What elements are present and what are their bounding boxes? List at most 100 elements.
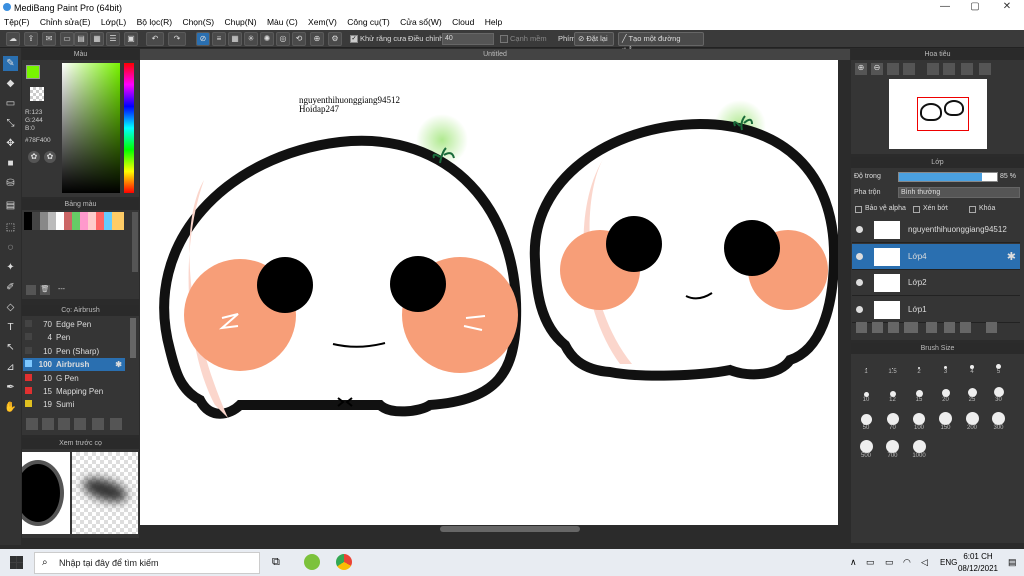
brush-size-option[interactable]: 300 xyxy=(987,411,1011,431)
windows-start-icon[interactable] xyxy=(10,556,23,569)
folder-icon[interactable] xyxy=(926,322,937,333)
menu-filter[interactable]: Bộ lọc(R) xyxy=(133,16,176,28)
brush-duplicate-icon[interactable] xyxy=(110,418,122,430)
grid-icon[interactable]: ▦ xyxy=(90,32,104,46)
brush-size-option[interactable]: 1 xyxy=(854,355,878,375)
brush-add-icon[interactable] xyxy=(58,418,70,430)
palette-icon[interactable]: ✿ xyxy=(28,151,40,163)
vertical-scrollbar[interactable] xyxy=(838,60,848,525)
menu-window[interactable]: Cửa sổ(W) xyxy=(396,16,446,28)
menu-help[interactable]: Help xyxy=(481,16,506,28)
background-color-swatch[interactable] xyxy=(30,87,44,101)
bucket-tool-icon[interactable]: ⛁ xyxy=(3,176,18,191)
brush-size-option[interactable]: 500 xyxy=(854,439,878,459)
hue-slider[interactable] xyxy=(124,63,134,193)
brush-size-option[interactable]: 3 xyxy=(934,355,958,375)
fill-rect-icon[interactable]: ■ xyxy=(3,156,18,171)
divide-tool-icon[interactable]: ⊿ xyxy=(3,360,18,375)
rotate-right-icon[interactable] xyxy=(961,63,973,75)
brush-size-option[interactable]: 12 xyxy=(881,383,905,403)
clock-time[interactable]: 6:01 CH xyxy=(953,552,1003,561)
undo-icon[interactable]: ↶ xyxy=(146,32,164,46)
brush-item-edge-pen[interactable]: 70 Edge Pen xyxy=(23,318,125,331)
brush-scrollbar[interactable] xyxy=(130,318,136,358)
navigator-thumbnail[interactable] xyxy=(889,79,987,149)
brush-folder-icon[interactable] xyxy=(92,418,104,430)
brush-cloud-icon[interactable] xyxy=(26,418,38,430)
brush-size-option[interactable]: 20 xyxy=(934,383,958,403)
brush-new-icon[interactable] xyxy=(42,418,54,430)
list-icon[interactable]: ☰ xyxy=(106,32,120,46)
page-icon[interactable]: ▤ xyxy=(74,32,88,46)
opacity-slider[interactable] xyxy=(898,172,998,182)
lasso-tool-icon[interactable]: ◌ xyxy=(3,240,18,255)
palette-delete-icon[interactable]: 🗑 xyxy=(40,285,50,295)
rotate-reset-icon[interactable] xyxy=(943,63,955,75)
menu-layer[interactable]: Lớp(L) xyxy=(97,16,130,28)
palette-scrollbar[interactable] xyxy=(132,212,138,272)
brush-size-option[interactable]: 70 xyxy=(881,411,905,431)
menu-snap[interactable]: Chụp(N) xyxy=(220,16,260,28)
cloud-icon[interactable]: ☁ xyxy=(6,32,20,46)
text-tool-icon[interactable]: T xyxy=(3,320,18,335)
palette-new-icon[interactable] xyxy=(26,285,36,295)
menu-select[interactable]: Chọn(S) xyxy=(178,16,218,28)
curve-snap-icon[interactable]: ⟲ xyxy=(292,32,306,46)
parallel-snap-icon[interactable]: ≡ xyxy=(212,32,226,46)
settings-icon[interactable]: ⚙ xyxy=(328,32,342,46)
horizontal-scroll-thumb[interactable] xyxy=(440,526,580,532)
new-layer-icon[interactable] xyxy=(856,322,867,333)
eraser-tool-icon[interactable]: ◆ xyxy=(3,76,18,91)
layer-settings-icon[interactable]: ✱ xyxy=(1007,250,1016,263)
actual-size-icon[interactable] xyxy=(903,63,915,75)
layer-visibility-icon[interactable] xyxy=(856,226,863,233)
menu-file[interactable]: Tệp(F) xyxy=(0,16,34,28)
zoom-out-icon[interactable]: ⊖ xyxy=(871,63,883,75)
brush-item-pen[interactable]: 4 Pen xyxy=(23,331,125,344)
straight-line-button[interactable]: ╱ Tạo một đường thẳng xyxy=(618,32,704,55)
select-eraser-icon[interactable]: ◇ xyxy=(3,300,18,315)
brush-size-option[interactable]: 25 xyxy=(960,383,984,403)
brush-size-option[interactable]: 1000 xyxy=(907,439,931,459)
reset-button[interactable]: ⊘ Đặt lại xyxy=(574,32,614,46)
brush-item-g-pen[interactable]: 10 G Pen xyxy=(23,372,125,385)
grid-snap-icon[interactable]: ▦ xyxy=(228,32,242,46)
radial-line-icon[interactable]: ✺ xyxy=(260,32,274,46)
brush-size-option[interactable]: 1.5 xyxy=(881,355,905,375)
protect-alpha-checkbox[interactable] xyxy=(855,206,862,213)
perspective-icon[interactable]: ⊕ xyxy=(310,32,324,46)
antialias-checkbox[interactable]: ✓ xyxy=(350,35,358,43)
gradient-tool-icon[interactable]: ▤ xyxy=(3,198,18,213)
brush-size-option[interactable]: 15 xyxy=(907,383,931,403)
chrome-taskbar-icon[interactable] xyxy=(336,554,352,570)
soft-edge-checkbox[interactable] xyxy=(500,35,508,43)
rect-tool-icon[interactable]: ▭ xyxy=(3,96,18,111)
chat-icon[interactable]: ✉ xyxy=(42,32,56,46)
redo-icon[interactable]: ↷ xyxy=(168,32,186,46)
medibang-taskbar-icon[interactable] xyxy=(304,554,320,570)
brush-size-option[interactable]: 150 xyxy=(934,411,958,431)
brush-item-airbrush[interactable]: 100 Airbrush ✱ xyxy=(23,358,125,372)
menu-color[interactable]: Màu (C) xyxy=(263,16,302,28)
brush-size-option[interactable]: 700 xyxy=(881,439,905,459)
menu-tools[interactable]: Công cụ(T) xyxy=(343,16,394,28)
flip-icon[interactable] xyxy=(979,63,991,75)
taskbar-search-input[interactable]: Nhập tại đây để tìm kiếm xyxy=(34,552,260,574)
duplicate-layer-icon[interactable] xyxy=(944,322,955,333)
layer-visibility-icon[interactable] xyxy=(856,252,863,260)
delete-layer-icon[interactable] xyxy=(986,322,997,333)
layer-visibility-icon[interactable] xyxy=(856,305,863,313)
tray-battery-icon[interactable]: ▭ xyxy=(885,557,894,568)
menu-cloud[interactable]: Cloud xyxy=(448,16,478,28)
select-tool-icon[interactable]: ⬚ xyxy=(3,220,18,235)
rotate-left-icon[interactable] xyxy=(927,63,939,75)
brush-copy-icon[interactable] xyxy=(74,418,86,430)
horizontal-scrollbar[interactable] xyxy=(140,525,838,533)
brush-item-sumi[interactable]: 19 Sumi xyxy=(23,398,125,411)
fit-view-icon[interactable] xyxy=(887,63,899,75)
merge-down-icon[interactable] xyxy=(960,322,971,333)
pen-tool-icon[interactable]: ⤡ xyxy=(3,116,18,131)
select-pen-icon[interactable]: ✐ xyxy=(3,280,18,295)
layer-row[interactable]: Lớp2 xyxy=(852,270,1020,296)
canvas-tab[interactable]: Untitled xyxy=(140,49,850,60)
